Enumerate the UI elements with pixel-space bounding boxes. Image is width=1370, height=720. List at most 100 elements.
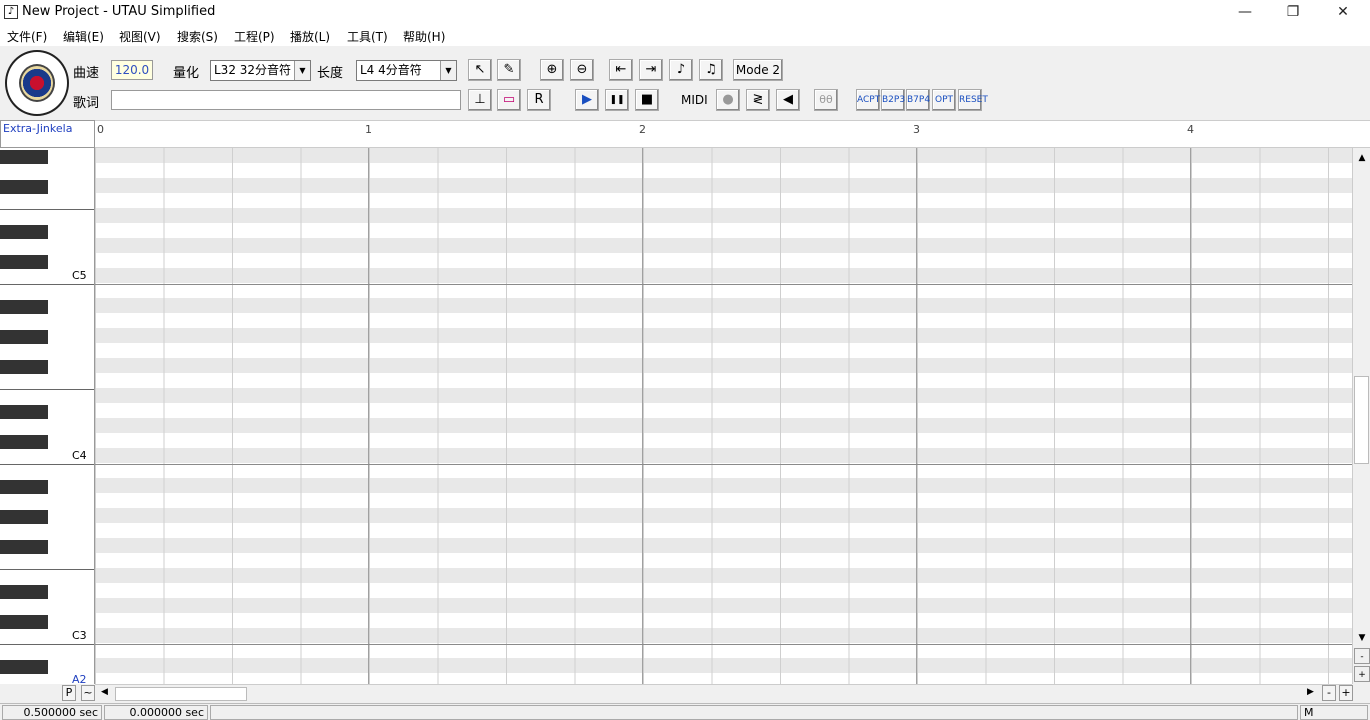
black-key[interactable] [0, 540, 48, 554]
status-bar: 0.500000 sec 0.000000 sec M [0, 703, 1370, 720]
menu-project[interactable]: 工程(P) [234, 28, 275, 45]
vertical-scroll-thumb[interactable] [1354, 376, 1369, 464]
music-note-icon: ♪ [4, 5, 18, 19]
octave-line [95, 284, 1352, 285]
scroll-down-icon[interactable]: ▼ [1354, 630, 1370, 646]
scroll-right-icon[interactable]: ▶ [1307, 687, 1314, 697]
menu-file[interactable]: 文件(F) [7, 28, 47, 45]
black-key[interactable] [0, 330, 48, 344]
close-button[interactable]: ✕ [1320, 0, 1366, 24]
menu-view[interactable]: 视图(V) [119, 28, 161, 45]
quantize-select[interactable]: L32 32分音符 ▼ [210, 60, 311, 81]
select-tool-icon[interactable]: ↖ [468, 59, 492, 81]
title-bar: ♪ New Project - UTAU Simplified — ❐ ✕ [0, 0, 1370, 24]
measure-number: 1 [365, 123, 372, 136]
speaker-icon[interactable]: ◀ [776, 89, 800, 111]
phoneme-icon[interactable]: θθ [814, 89, 838, 111]
menu-edit[interactable]: 编辑(E) [63, 28, 104, 45]
play-icon[interactable]: ▶ [575, 89, 599, 111]
zoom-out-horizontal-button[interactable]: - [1322, 685, 1336, 701]
stop-icon[interactable]: ■ [635, 89, 659, 111]
plugin-reset-icon[interactable]: RESET [958, 89, 988, 111]
piano-keyboard[interactable]: C5 C4 C3 A2 [0, 148, 95, 684]
black-key[interactable] [0, 405, 48, 419]
plugin-opt-icon[interactable]: OPT [932, 89, 956, 111]
horizontal-scroll-thumb[interactable] [115, 687, 247, 701]
black-key[interactable] [0, 480, 48, 494]
scroll-up-icon[interactable]: ▲ [1354, 150, 1370, 166]
black-key[interactable] [0, 150, 48, 164]
insert-rest-icon[interactable]: ⊥ [468, 89, 492, 111]
pitch-toggle-button[interactable]: P [62, 685, 76, 701]
split-note-icon[interactable]: ♪ [669, 59, 693, 81]
measure-number: 4 [1187, 123, 1194, 136]
octave-line [95, 644, 1352, 645]
toolbar: 曲速 120.0 量化 L32 32分音符 ▼ 长度 L4 4分音符 ▼ 歌词 … [0, 46, 1370, 120]
black-key[interactable] [0, 510, 48, 524]
singer-seal-icon [5, 50, 69, 116]
black-key[interactable] [0, 615, 48, 629]
chevron-down-icon: ▼ [294, 61, 310, 80]
white-key-divider [0, 389, 94, 390]
black-key[interactable] [0, 255, 48, 269]
black-key[interactable] [0, 660, 48, 674]
zoom-in-vertical-button[interactable]: + [1354, 666, 1370, 682]
vibrato-toggle-button[interactable]: ~ [81, 685, 95, 701]
plugin-acpt-icon[interactable]: ACPT [856, 89, 880, 111]
plugin-b7p4-icon[interactable]: B7P4 [906, 89, 930, 111]
vertical-scrollbar[interactable]: ▲ ▼ - + [1352, 148, 1370, 684]
measure-number: 2 [639, 123, 646, 136]
length-label: 长度 [317, 66, 344, 81]
midi-link-icon[interactable]: ≷ [746, 89, 770, 111]
measure-ruler[interactable]: 0 1 2 3 4 [95, 120, 1370, 148]
zoom-in-horizontal-button[interactable]: + [1339, 685, 1353, 701]
black-key[interactable] [0, 180, 48, 194]
record-icon[interactable]: ● [716, 89, 740, 111]
tempo-label: 曲速 [73, 66, 100, 81]
length-value: L4 4分音符 [360, 63, 422, 77]
mode-button[interactable]: Mode 2 [733, 59, 783, 81]
black-key[interactable] [0, 585, 48, 599]
plugin-b2p3-icon[interactable]: B2P3 [881, 89, 905, 111]
black-key[interactable] [0, 225, 48, 239]
white-key-divider [0, 644, 94, 645]
octave-line [95, 464, 1352, 465]
length-select[interactable]: L4 4分音符 ▼ [356, 60, 457, 81]
zoom-in-icon[interactable]: ⊕ [540, 59, 564, 81]
black-key[interactable] [0, 360, 48, 374]
menu-help[interactable]: 帮助(H) [403, 28, 445, 45]
go-to-start-icon[interactable]: ⇤ [609, 59, 633, 81]
octave-label: C5 [72, 269, 87, 282]
restore-button[interactable]: ❐ [1270, 0, 1316, 24]
lyric-input[interactable] [111, 90, 461, 110]
status-time-selection: 0.000000 sec [104, 705, 208, 720]
measure-line [368, 148, 369, 684]
note-grid[interactable] [95, 148, 1352, 684]
measure-number: 3 [913, 123, 920, 136]
midi-label: MIDI [681, 93, 708, 107]
white-key-divider [0, 209, 94, 210]
lyric-label: 歌词 [73, 96, 100, 111]
black-key[interactable] [0, 435, 48, 449]
join-note-icon[interactable]: ♫ [699, 59, 723, 81]
menu-tools[interactable]: 工具(T) [347, 28, 388, 45]
quantize-value: L32 32分音符 [214, 63, 292, 77]
tempo-input[interactable]: 120.0 [111, 60, 153, 80]
minimize-button[interactable]: — [1222, 0, 1268, 24]
menu-search[interactable]: 搜索(S) [177, 28, 218, 45]
replace-lyric-icon[interactable]: R [527, 89, 551, 111]
singer-name[interactable]: Extra-Jinkela [0, 120, 95, 148]
menu-bar: 文件(F) 编辑(E) 视图(V) 搜索(S) 工程(P) 播放(L) 工具(T… [0, 24, 1370, 46]
zoom-out-icon[interactable]: ⊖ [570, 59, 594, 81]
black-key[interactable] [0, 300, 48, 314]
measure-number: 0 [97, 123, 104, 136]
go-to-end-icon[interactable]: ⇥ [639, 59, 663, 81]
pause-icon[interactable]: ❚❚ [605, 89, 629, 111]
horizontal-scrollbar[interactable]: ◀ ▶ [95, 684, 1352, 702]
pencil-tool-icon[interactable]: ✎ [497, 59, 521, 81]
delete-rest-icon[interactable]: ▭ [497, 89, 521, 111]
menu-playback[interactable]: 播放(L) [290, 28, 330, 45]
quantize-label: 量化 [173, 66, 200, 81]
zoom-out-vertical-button[interactable]: - [1354, 648, 1370, 664]
scroll-left-icon[interactable]: ◀ [101, 687, 108, 697]
